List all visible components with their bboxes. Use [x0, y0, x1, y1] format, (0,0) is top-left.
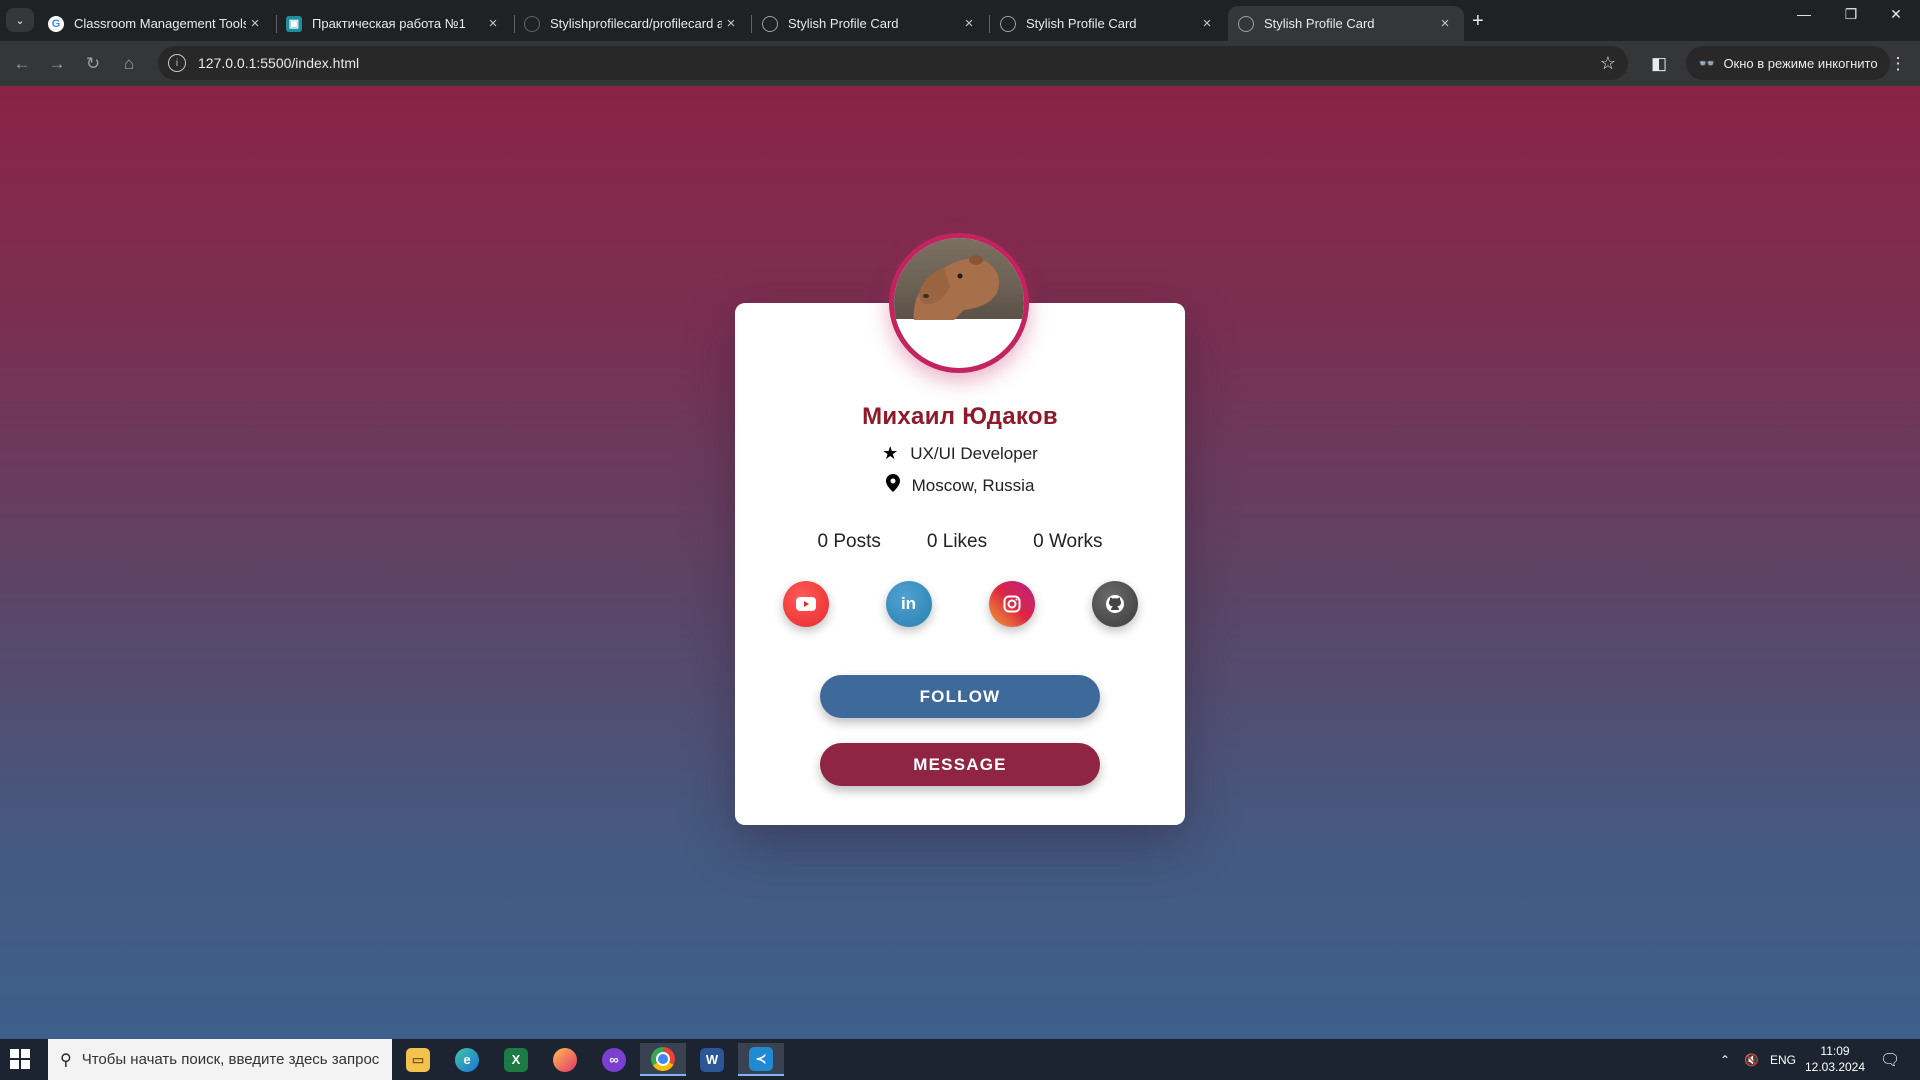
star-icon: ★	[882, 443, 899, 463]
home-button[interactable]: ⌂	[116, 51, 142, 77]
excel-icon[interactable]: X	[493, 1043, 539, 1076]
vscode-icon[interactable]: ≺	[738, 1043, 784, 1076]
clock-date: 12.03.2024	[1804, 1060, 1866, 1074]
side-panel-icon[interactable]: ◧	[1646, 51, 1672, 77]
tab-stylish-profile-card-1[interactable]: Stylish Profile Card ×	[752, 6, 988, 41]
follow-button[interactable]: FOLLOW	[820, 675, 1100, 718]
profile-location: Moscow, Russia	[735, 474, 1185, 497]
social-links: in	[735, 581, 1185, 627]
incognito-icon: 👓	[1698, 54, 1716, 71]
tab-strip: ⌄ G Classroom Management Tools ( × ▣ Пра…	[0, 0, 1920, 41]
chrome-icon[interactable]	[640, 1043, 686, 1076]
tab-practical-work[interactable]: ▣ Практическая работа №1 ×	[276, 6, 512, 41]
youtube-icon[interactable]	[782, 581, 829, 627]
github-icon[interactable]	[1091, 581, 1138, 627]
globe-icon	[1238, 15, 1254, 32]
tray-overflow-icon[interactable]: ⌃	[1720, 1039, 1730, 1080]
minimize-button[interactable]: —	[1784, 6, 1824, 22]
profile-stats: 0 Posts 0 Likes 0 Works	[735, 531, 1185, 553]
bookmark-star-icon[interactable]: ☆	[1600, 53, 1616, 74]
profile-role-text: UX/UI Developer	[910, 443, 1038, 463]
notifications-icon[interactable]: 🗨	[1880, 1039, 1900, 1080]
back-button[interactable]: ←	[9, 51, 35, 77]
message-button[interactable]: MESSAGE	[820, 743, 1100, 786]
taskbar-search-box[interactable]: ⚲ Чтобы начать поиск, введите здесь запр…	[48, 1039, 392, 1080]
page-viewport: Михаил Юдаков ★ UX/UI Developer Moscow, …	[0, 86, 1920, 1039]
close-icon[interactable]: ×	[722, 15, 740, 33]
location-pin-icon	[885, 474, 900, 497]
clock-time: 11:09	[1820, 1044, 1850, 1058]
close-icon[interactable]: ×	[484, 15, 502, 33]
edge-icon[interactable]: e	[444, 1043, 490, 1076]
menu-kebab-icon[interactable]: ⋮	[1885, 51, 1911, 77]
tab-title: Classroom Management Tools (	[74, 16, 246, 31]
tab-title: Stylish Profile Card	[1264, 16, 1375, 31]
volume-muted-icon[interactable]: 🔇	[1744, 1039, 1759, 1080]
close-window-button[interactable]: ✕	[1876, 6, 1916, 23]
tab-stylish-profile-card-active[interactable]: Stylish Profile Card ×	[1228, 6, 1464, 41]
profile-name: Михаил Юдаков	[862, 403, 1058, 430]
search-icon: ⚲	[60, 1051, 72, 1069]
tab-title: Stylish Profile Card	[788, 16, 899, 31]
incognito-label: Окно в режиме инкогнито	[1723, 55, 1878, 71]
app-mask-icon[interactable]: ∞	[591, 1043, 637, 1076]
tab-title: Stylishprofilecard/profilecard at	[550, 16, 722, 31]
windows-start-icon[interactable]	[10, 1049, 30, 1069]
classroom-icon: ▣	[286, 15, 302, 32]
windows-taskbar: ⚲ Чтобы начать поиск, введите здесь запр…	[0, 1039, 1920, 1080]
tab-title: Практическая работа №1	[312, 16, 466, 31]
browser-toolbar: ← → ↻ ⌂ i 127.0.0.1:5500/index.html ☆ ◧ …	[0, 41, 1920, 86]
tab-title: Stylish Profile Card	[1026, 16, 1137, 31]
stat-likes: 0 Likes	[926, 531, 988, 552]
close-icon[interactable]: ×	[1198, 15, 1216, 33]
incognito-indicator[interactable]: 👓 Окно в режиме инкогнито	[1686, 46, 1890, 80]
linkedin-icon[interactable]: in	[885, 581, 932, 627]
site-info-icon[interactable]: i	[168, 54, 186, 72]
profile-card: Михаил Юдаков ★ UX/UI Developer Moscow, …	[735, 233, 1185, 825]
url-text: 127.0.0.1:5500/index.html	[198, 55, 360, 71]
close-icon[interactable]: ×	[960, 15, 978, 33]
restore-button[interactable]: ❐	[1831, 6, 1871, 23]
taskbar-search-placeholder: Чтобы начать поиск, введите здесь запрос	[81, 1051, 380, 1068]
profile-role: ★ UX/UI Developer	[735, 443, 1185, 464]
stat-posts: 0 Posts	[817, 531, 881, 552]
github-icon	[524, 15, 540, 32]
new-tab-button[interactable]: +	[1472, 10, 1484, 33]
tab-github-profilecard[interactable]: Stylishprofilecard/profilecard at ×	[514, 6, 750, 41]
profile-location-text: Moscow, Russia	[911, 475, 1035, 495]
globe-icon	[762, 15, 778, 32]
taskbar-clock[interactable]: 11:09 12.03.2024	[1800, 1043, 1870, 1075]
tab-search-button[interactable]: ⌄	[6, 8, 34, 32]
address-bar[interactable]: i 127.0.0.1:5500/index.html ☆	[158, 46, 1628, 80]
reload-button[interactable]: ↻	[80, 51, 106, 77]
close-icon[interactable]: ×	[1436, 15, 1454, 33]
google-icon: G	[48, 15, 64, 32]
forward-button[interactable]: →	[44, 51, 70, 77]
tab-stylish-profile-card-2[interactable]: Stylish Profile Card ×	[990, 6, 1226, 41]
globe-icon	[1000, 15, 1016, 32]
word-icon[interactable]: W	[689, 1043, 735, 1076]
stat-works: 0 Works	[1033, 531, 1103, 552]
instagram-icon[interactable]	[988, 581, 1035, 627]
close-icon[interactable]: ×	[246, 15, 264, 33]
file-explorer-icon[interactable]: ▭	[395, 1043, 441, 1076]
language-indicator[interactable]: ENG	[1770, 1039, 1796, 1080]
firefox-icon[interactable]	[542, 1043, 588, 1076]
avatar	[889, 233, 1029, 373]
avatar-photo	[894, 238, 1024, 320]
tab-classroom-tools[interactable]: G Classroom Management Tools ( ×	[38, 6, 274, 41]
